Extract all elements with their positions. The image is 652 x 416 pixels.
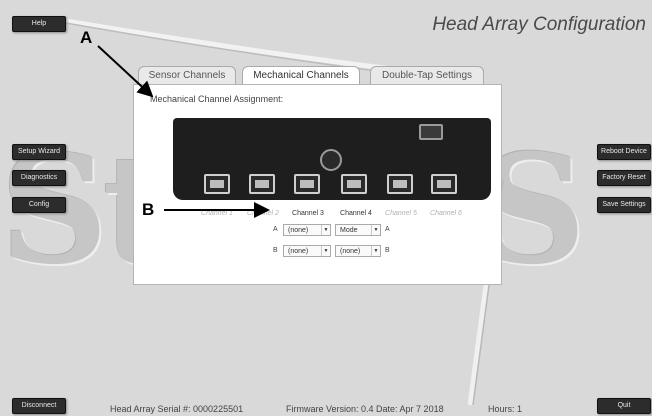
usb-port-icon xyxy=(419,124,443,140)
channel-4-a-select[interactable]: Mode ▼ xyxy=(335,224,381,236)
tab-sensor-channels[interactable]: Sensor Channels xyxy=(138,66,236,85)
channel-4-label: Channel 4 xyxy=(340,210,372,217)
firmware-version: Firmware Version: 0.4 Date: Apr 7 2018 xyxy=(286,404,444,414)
chevron-down-icon: ▼ xyxy=(371,246,380,256)
channel-6-port-icon xyxy=(431,174,457,194)
config-button[interactable]: Config xyxy=(12,197,66,213)
tab-mechanical-channels[interactable]: Mechanical Channels xyxy=(242,66,360,85)
channel-6-label: Channel 6 xyxy=(430,210,462,217)
channel-4-b-value: (none) xyxy=(340,248,361,255)
channel-4-b-select[interactable]: (none) ▼ xyxy=(335,245,381,257)
disconnect-button[interactable]: Disconnect xyxy=(12,398,66,414)
mechanical-channel-panel: Mechanical Channel Assignment: Channel 1… xyxy=(133,84,502,285)
channel-3-label: Channel 3 xyxy=(292,210,324,217)
row-a-label: A xyxy=(273,226,278,233)
channel-3-a-select[interactable]: (none) ▼ xyxy=(283,224,331,236)
chevron-down-icon: ▼ xyxy=(371,225,380,235)
chevron-down-icon: ▼ xyxy=(321,225,330,235)
help-button[interactable]: Help xyxy=(12,16,66,32)
setup-wizard-button[interactable]: Setup Wizard xyxy=(12,144,66,160)
diagnostics-button[interactable]: Diagnostics xyxy=(12,170,66,186)
tab-double-tap-settings[interactable]: Double-Tap Settings xyxy=(370,66,484,85)
row-a-suffix: A xyxy=(385,226,390,233)
channel-2-port-icon xyxy=(249,174,275,194)
channel-3-port-icon xyxy=(294,174,320,194)
save-settings-button[interactable]: Save Settings xyxy=(597,197,651,213)
reboot-device-button[interactable]: Reboot Device xyxy=(597,144,651,160)
channel-1-port-icon xyxy=(204,174,230,194)
channel-3-a-value: (none) xyxy=(288,227,309,234)
page-title: Head Array Configuration xyxy=(432,14,646,35)
channel-5-port-icon xyxy=(387,174,413,194)
quit-button[interactable]: Quit xyxy=(597,398,651,414)
hours-counter: Hours: 1 xyxy=(488,404,523,414)
device-knob-icon xyxy=(320,149,342,171)
channel-3-b-select[interactable]: (none) ▼ xyxy=(283,245,331,257)
chevron-down-icon: ▼ xyxy=(321,246,330,256)
row-b-label: B xyxy=(273,247,278,254)
device-diagram xyxy=(173,118,491,200)
channel-3-b-value: (none) xyxy=(288,248,309,255)
factory-reset-button[interactable]: Factory Reset xyxy=(597,170,651,186)
channel-4-port-icon xyxy=(341,174,367,194)
callout-a: A xyxy=(80,28,93,47)
channel-5-label: Channel 5 xyxy=(385,210,417,217)
row-b-suffix: B xyxy=(385,247,390,254)
callout-b: B xyxy=(142,200,155,219)
channel-2-label: Channel 2 xyxy=(247,210,279,217)
serial-number: Head Array Serial #: 0000225501 xyxy=(110,404,244,414)
channel-1-label: Channel 1 xyxy=(201,210,233,217)
channel-4-a-value: Mode xyxy=(340,227,358,234)
panel-title: Mechanical Channel Assignment: xyxy=(150,94,284,104)
